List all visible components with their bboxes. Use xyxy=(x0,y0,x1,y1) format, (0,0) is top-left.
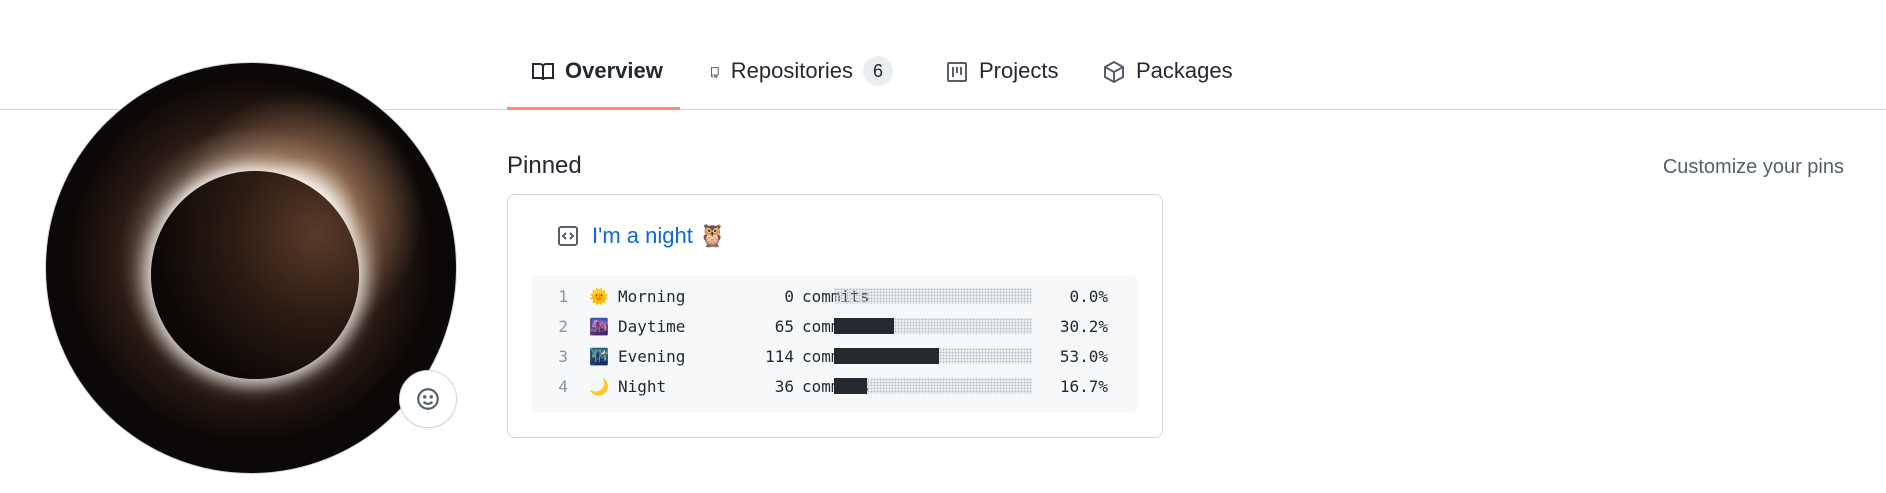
tab-projects-label: Projects xyxy=(979,58,1059,83)
tab-packages[interactable]: Packages xyxy=(1078,52,1248,110)
line-number: 1 xyxy=(558,286,568,306)
tab-repositories[interactable]: Repositories 6 xyxy=(685,52,905,110)
percent-label: 16.7% xyxy=(1059,376,1108,396)
pinned-card-header: I'm a night 🦉 xyxy=(556,223,726,249)
pinned-heading: Pinned xyxy=(507,152,582,179)
city-sunset-icon: 🌆 xyxy=(589,316,609,336)
tab-packages-label: Packages xyxy=(1136,58,1233,83)
repo-icon xyxy=(710,67,719,79)
line-number: 3 xyxy=(558,346,568,366)
pinned-repo-link[interactable]: I'm a night 🦉 xyxy=(592,223,726,249)
time-of-day-label: Evening xyxy=(618,346,686,366)
progress-bar-fill xyxy=(834,348,939,364)
progress-bar xyxy=(834,288,1032,304)
percent-label: 30.2% xyxy=(1059,316,1108,336)
percent-label: 53.0% xyxy=(1059,346,1108,366)
time-of-day-label: Morning xyxy=(618,286,686,306)
productive-time-stats: 1 🌞 Morning 0 commits 0.0% 2 🌆 Daytime 6… xyxy=(532,275,1138,413)
line-number: 2 xyxy=(558,316,568,336)
line-number: 4 xyxy=(558,376,568,396)
set-status-button[interactable] xyxy=(399,370,457,428)
commit-count: 0 xyxy=(784,286,794,306)
smiley-icon xyxy=(417,388,439,410)
progress-bar-fill xyxy=(834,378,868,394)
stats-line: 4 🌙 Night 36 commits 16.7% xyxy=(532,371,1138,401)
time-of-day-label: Daytime xyxy=(618,316,686,336)
tab-overview[interactable]: Overview xyxy=(507,52,680,110)
sun-icon: 🌞 xyxy=(589,286,609,306)
code-square-icon xyxy=(558,226,578,246)
project-icon xyxy=(947,62,967,82)
commit-count: 65 xyxy=(774,316,794,336)
progress-bar xyxy=(834,348,1032,364)
profile-avatar[interactable] xyxy=(45,62,457,474)
percent-label: 0.0% xyxy=(1069,286,1108,306)
customize-pins-link[interactable]: Customize your pins xyxy=(1663,156,1844,179)
eclipse-moon xyxy=(151,171,359,379)
tab-overview-label: Overview xyxy=(565,58,663,83)
pinned-card: I'm a night 🦉 1 🌞 Morning 0 commits 0.0%… xyxy=(507,194,1163,438)
night-city-icon: 🌃 xyxy=(589,346,609,366)
progress-bar-fill xyxy=(834,318,894,334)
book-icon xyxy=(532,63,554,81)
tab-projects[interactable]: Projects xyxy=(921,52,1071,110)
stats-line: 1 🌞 Morning 0 commits 0.0% xyxy=(532,281,1138,311)
package-icon xyxy=(1104,60,1124,84)
progress-bar xyxy=(834,378,1032,394)
stats-line: 3 🌃 Evening 114 commits 53.0% xyxy=(532,341,1138,371)
progress-bar xyxy=(834,318,1032,334)
stats-line: 2 🌆 Daytime 65 commits 30.2% xyxy=(532,311,1138,341)
tab-repositories-label: Repositories xyxy=(730,58,853,83)
commit-count: 114 xyxy=(765,346,794,366)
time-of-day-label: Night xyxy=(618,376,667,396)
commit-count: 36 xyxy=(774,376,794,396)
repositories-count-badge: 6 xyxy=(863,56,893,86)
crescent-moon-icon: 🌙 xyxy=(589,376,609,396)
